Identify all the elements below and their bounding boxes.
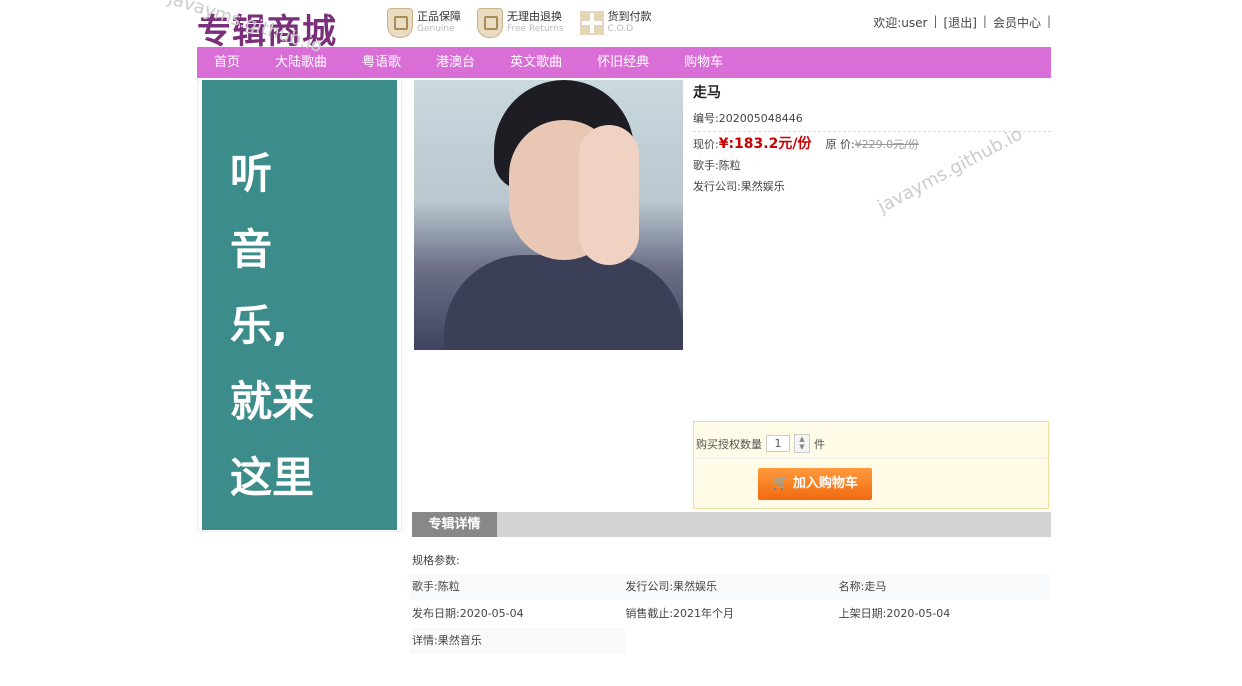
- logout-link[interactable]: [退出]: [944, 14, 977, 31]
- banner-line: 乐,: [230, 301, 288, 350]
- details-tabs: 专辑详情: [412, 512, 1051, 537]
- current-price: ¥:183.2元/份: [718, 136, 812, 152]
- nav-english[interactable]: 英文歌曲: [510, 47, 562, 78]
- spec-cell: 销售截止:2021年个月: [625, 607, 735, 620]
- shield-icon: [477, 8, 503, 38]
- spec-cell: 发行公司:果然娱乐: [625, 580, 718, 593]
- price-line: 现价:¥:183.2元/份 原 价:¥229.0元/份: [693, 134, 1051, 155]
- purchase-box: 购买授权数量 1 ▲ ▼ 件 🛒 加入购物车: [693, 421, 1049, 509]
- nav-mainland[interactable]: 大陆歌曲: [275, 47, 327, 78]
- plus-icon: [579, 11, 604, 35]
- divider: [694, 458, 1048, 459]
- tab-album-details[interactable]: 专辑详情: [412, 512, 497, 537]
- badge-subtitle: Free Returns: [507, 24, 564, 34]
- banner-line: 听: [230, 149, 273, 198]
- spec-cell: 上架日期:2020-05-04: [838, 607, 951, 620]
- nav-hk-tw[interactable]: 港澳台: [436, 47, 475, 78]
- album-cover-image: [414, 80, 683, 350]
- separator: |: [933, 14, 938, 28]
- badge-title: 正品保障: [417, 10, 461, 23]
- badge-returns: 无理由退换 Free Returns: [477, 8, 564, 38]
- shield-icon: [387, 8, 413, 38]
- product-info: 走马 编号:202005048446 现价:¥:183.2元/份 原 价:¥22…: [693, 82, 1051, 197]
- badge-cod: 货到付款 C.O.D: [579, 8, 652, 38]
- photo-hand: [579, 125, 639, 265]
- divider: [693, 131, 1051, 132]
- badge-subtitle: C.O.D: [607, 24, 634, 34]
- main-nav: 首页 大陆歌曲 粤语歌 港澳台 英文歌曲 怀旧经典 购物车: [197, 47, 1051, 78]
- nav-cart[interactable]: 购物车: [684, 47, 723, 78]
- photo-body: [444, 255, 683, 350]
- quantity-label: 购买授权数量: [696, 437, 762, 451]
- separator: |: [1046, 14, 1051, 28]
- separator: |: [982, 14, 987, 28]
- cart-icon: 🛒: [772, 476, 789, 491]
- site-logo[interactable]: 专辑商城: [197, 4, 337, 53]
- spec-cell: 详情:果然音乐: [410, 628, 625, 654]
- orig-price-label: 原 价:: [825, 138, 855, 151]
- spec-title: 规格参数:: [412, 554, 460, 567]
- badge-genuine: 正品保障 Genuine: [387, 8, 461, 38]
- banner-line: 这里: [230, 453, 315, 502]
- member-center-link[interactable]: 会员中心: [993, 14, 1041, 31]
- company: 发行公司:果然娱乐: [693, 180, 785, 193]
- singer: 歌手:陈粒: [693, 159, 741, 172]
- spec-cell: 名称:走马: [838, 580, 887, 593]
- spec-row: 详情:果然音乐: [410, 628, 1050, 654]
- badge-title: 货到付款: [607, 10, 652, 23]
- spec-cell: 歌手:陈粒: [412, 580, 460, 593]
- user-bar: 欢迎:user | [退出] | 会员中心 |: [873, 14, 1051, 31]
- add-to-cart-label: 加入购物车: [792, 476, 858, 491]
- promo-banner[interactable]: 听 音 乐, 就来 这里: [202, 80, 397, 530]
- service-badges: 正品保障 Genuine 无理由退换 Free Returns 货到付款 C.O…: [387, 8, 652, 38]
- price-label: 现价:: [693, 138, 719, 151]
- add-to-cart-button[interactable]: 🛒 加入购物车: [758, 468, 872, 500]
- banner-line: 音: [230, 225, 273, 274]
- quantity-stepper[interactable]: ▲ ▼: [794, 434, 810, 453]
- quantity-input[interactable]: 1: [766, 435, 790, 452]
- welcome-text: 欢迎:user: [873, 16, 928, 30]
- quantity-unit: 件: [814, 437, 825, 451]
- product-code: 编号:202005048446: [693, 112, 803, 125]
- quantity-row: 购买授权数量 1 ▲ ▼ 件: [696, 434, 825, 453]
- nav-home[interactable]: 首页: [214, 47, 240, 78]
- banner-text: 听 音 乐, 就来 这里: [230, 136, 380, 516]
- original-price: ¥229.0元/份: [854, 138, 919, 151]
- spec-cell: 发布日期:2020-05-04: [412, 607, 524, 620]
- nav-classic[interactable]: 怀旧经典: [597, 47, 649, 78]
- spec-row: 发布日期:2020-05-04 销售截止:2021年个月 上架日期:2020-0…: [410, 601, 1050, 627]
- nav-cantonese[interactable]: 粤语歌: [362, 47, 401, 78]
- badge-title: 无理由退换: [507, 10, 562, 23]
- banner-line: 就来: [230, 377, 315, 426]
- badge-subtitle: Genuine: [417, 24, 455, 34]
- product-name: 走马: [693, 85, 721, 101]
- spec-row: 歌手:陈粒 发行公司:果然娱乐 名称:走马: [410, 574, 1050, 600]
